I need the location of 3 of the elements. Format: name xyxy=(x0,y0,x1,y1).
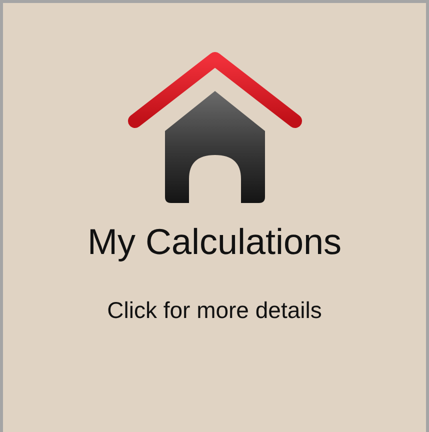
tile-title: My Calculations xyxy=(87,221,342,263)
tile-background[interactable]: My Calculations Click for more details xyxy=(0,0,429,432)
tile-subtitle: Click for more details xyxy=(107,297,322,324)
